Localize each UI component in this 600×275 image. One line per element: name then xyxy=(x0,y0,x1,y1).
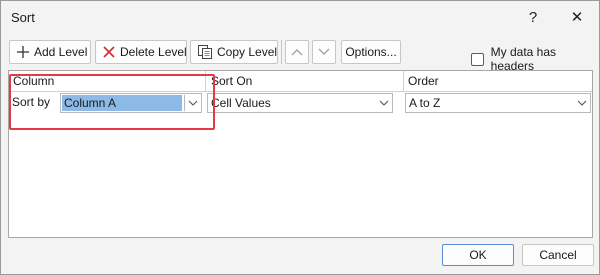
sort-on-dropdown[interactable]: Cell Values xyxy=(207,93,393,113)
chevron-up-icon xyxy=(291,45,303,59)
options-button[interactable]: Options... xyxy=(341,40,401,64)
chevron-down-icon[interactable] xyxy=(574,94,590,112)
header-divider xyxy=(205,71,206,91)
copy-icon xyxy=(197,44,213,60)
add-level-button[interactable]: Add Level xyxy=(9,40,91,64)
help-button[interactable]: ? xyxy=(520,5,546,29)
sort-by-label: Sort by xyxy=(12,95,51,109)
headers-checkbox[interactable] xyxy=(471,52,484,66)
plus-icon xyxy=(16,44,30,60)
ok-button[interactable]: OK xyxy=(442,244,514,266)
headers-checkbox-row[interactable]: My data has headers xyxy=(471,45,599,73)
order-header: Order xyxy=(408,74,439,88)
chevron-down-icon[interactable] xyxy=(376,94,392,112)
chevron-down-icon[interactable] xyxy=(185,94,201,112)
order-dropdown[interactable]: A to Z xyxy=(405,93,591,113)
delete-x-icon xyxy=(102,44,116,60)
dialog-title: Sort xyxy=(11,10,35,25)
add-level-label: Add Level xyxy=(34,45,88,59)
sort-on-dropdown-value: Cell Values xyxy=(211,96,271,110)
cancel-button[interactable]: Cancel xyxy=(522,244,594,266)
move-up-button[interactable] xyxy=(285,40,309,64)
header-divider xyxy=(403,71,404,91)
toolbar: Add Level Delete Level Copy Level Option… xyxy=(1,37,599,73)
delete-level-label: Delete Level xyxy=(120,45,187,59)
column-dropdown[interactable]: Column A xyxy=(60,93,202,113)
column-dropdown-value: Column A xyxy=(64,96,117,110)
sort-levels-grid: Column Sort On Order Sort by Column A Ce… xyxy=(8,70,593,238)
delete-level-button[interactable]: Delete Level xyxy=(95,40,187,64)
close-button[interactable]: ✕ xyxy=(564,5,590,29)
sort-level-row[interactable]: Sort by Column A Cell Values A to Z xyxy=(9,92,592,114)
move-down-button[interactable] xyxy=(312,40,336,64)
copy-level-button[interactable]: Copy Level xyxy=(190,40,278,64)
copy-level-label: Copy Level xyxy=(217,45,278,59)
order-dropdown-value: A to Z xyxy=(409,96,441,110)
column-header: Column xyxy=(13,74,55,88)
sort-on-header: Sort On xyxy=(211,74,253,88)
chevron-down-icon xyxy=(318,45,330,59)
sort-dialog: Sort ? ✕ Add Level Delete Level Copy Lev… xyxy=(0,0,600,275)
toolbar-separator xyxy=(281,40,282,64)
headers-checkbox-label[interactable]: My data has headers xyxy=(491,45,599,73)
title-bar: Sort ? ✕ xyxy=(1,1,599,33)
